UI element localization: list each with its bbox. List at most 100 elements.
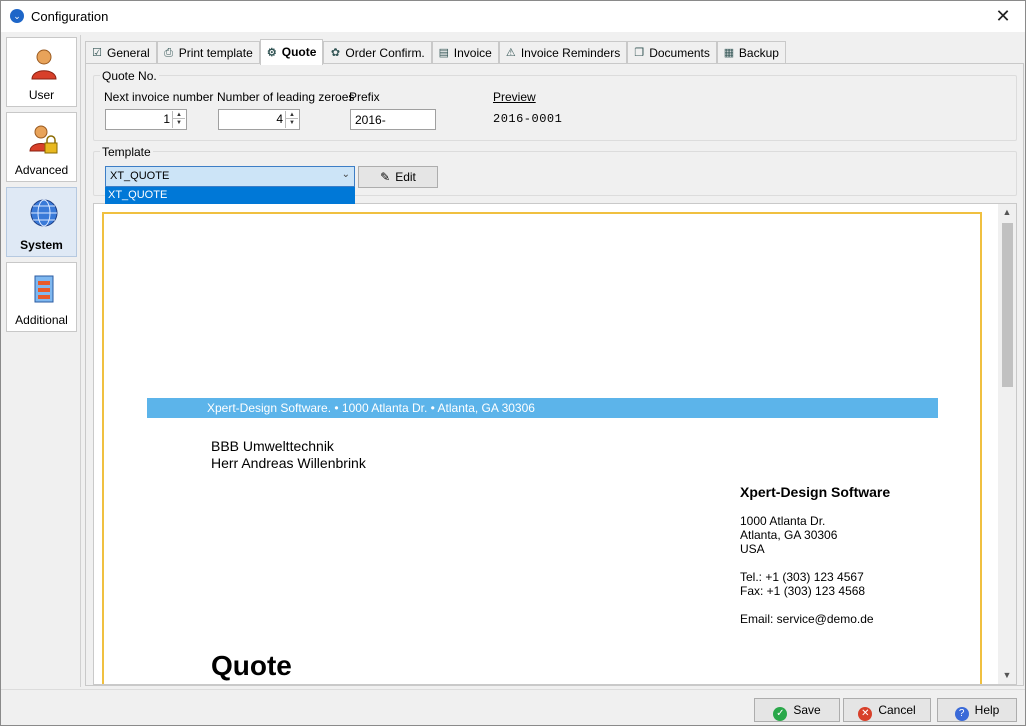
cancel-button[interactable]: ✕ Cancel: [843, 698, 931, 722]
quote-icon: ⚙: [266, 46, 277, 59]
edit-button-label: Edit: [395, 170, 416, 184]
tab-invoice[interactable]: ▤ Invoice: [431, 41, 499, 64]
prefix-input[interactable]: [350, 109, 436, 130]
order-confirm-icon: ✿: [330, 47, 341, 59]
tab-label: General: [107, 45, 150, 60]
pencil-icon: ✎: [380, 170, 391, 184]
next-number-label: Next invoice number: [104, 90, 214, 104]
spin-up-icon[interactable]: ▲: [286, 111, 298, 119]
preview-value: 2016-0001: [493, 112, 563, 126]
recipient-address: BBB Umwelttechnik Herr Andreas Willenbri…: [211, 438, 366, 472]
close-button[interactable]: ✕: [989, 4, 1017, 28]
next-number-stepper[interactable]: 1 ▲ ▼: [105, 109, 187, 130]
tab-print-template[interactable]: ⎙ Print template: [156, 41, 260, 64]
tab-label: Order Confirm.: [345, 45, 425, 60]
checkmark-icon: ✓: [773, 707, 788, 721]
template-option[interactable]: XT_QUOTE: [105, 187, 355, 204]
nav-additional[interactable]: Additional: [6, 262, 77, 332]
tab-invoice-reminders[interactable]: ⚠ Invoice Reminders: [498, 41, 628, 64]
sender-country: USA: [740, 542, 765, 556]
advanced-user-lock-icon: [29, 125, 58, 154]
spin-down-icon[interactable]: ▼: [286, 119, 298, 127]
configuration-window: ⌄ Configuration ✕ User Advanced System A…: [0, 0, 1026, 726]
dialog-button-bar: ✓ Save ✕ Cancel ? Help: [1, 689, 1025, 726]
sender-email: Email: service@demo.de: [740, 612, 874, 626]
nav-label-user: User: [28, 88, 55, 102]
template-select[interactable]: XT_QUOTE ⌄: [105, 166, 355, 187]
document-preview[interactable]: Xpert-Design Software. • 1000 Atlanta Dr…: [93, 203, 1017, 685]
nav-system[interactable]: System: [6, 187, 77, 257]
backup-icon: ▦: [723, 47, 735, 59]
save-button[interactable]: ✓ Save: [754, 698, 840, 722]
tab-label: Quote: [281, 45, 317, 59]
save-label: Save: [793, 703, 821, 717]
nav-advanced[interactable]: Advanced: [6, 112, 77, 182]
nav-label-advanced: Advanced: [14, 163, 69, 177]
group-title-quote-no: Quote No.: [100, 69, 159, 83]
spin-up-icon[interactable]: ▲: [173, 111, 185, 119]
sender-fax: Fax: +1 (303) 123 4568: [740, 584, 866, 598]
documents-icon: ❐: [634, 47, 645, 59]
tab-label: Invoice: [453, 45, 492, 60]
globe-icon: [30, 199, 58, 227]
scroll-down-icon[interactable]: ▼: [998, 667, 1016, 684]
tab-label: Backup: [738, 45, 779, 60]
category-nav: User Advanced System Additional: [4, 35, 79, 687]
scroll-up-icon[interactable]: ▲: [998, 204, 1016, 221]
leading-zeroes-stepper[interactable]: 4 ▲ ▼: [218, 109, 300, 130]
template-group: Template XT_QUOTE ⌄ XT_QUOTE ✎ Edit: [93, 145, 1017, 204]
edit-template-button[interactable]: ✎ Edit: [358, 166, 438, 188]
recipient-company: BBB Umwelttechnik: [211, 438, 334, 454]
tab-documents[interactable]: ❐ Documents: [627, 41, 717, 64]
stepper-arrows[interactable]: ▲ ▼: [172, 111, 185, 128]
stepper-arrows[interactable]: ▲ ▼: [285, 111, 298, 128]
prefix-label: Prefix: [349, 90, 380, 104]
tab-quote[interactable]: ⚙ Quote: [259, 39, 324, 65]
help-label: Help: [974, 703, 1000, 717]
user-icon: [31, 49, 57, 80]
settings-content: ☑ General ⎙ Print template ⚙ Quote ✿ Order C…: [80, 35, 1025, 687]
cancel-icon: ✕: [858, 707, 873, 721]
tab-order-confirm[interactable]: ✿ Order Confirm.: [323, 41, 432, 64]
sender-details: 1000 Atlanta Dr. Atlanta, GA 30306 USA T…: [740, 514, 874, 626]
tab-backup[interactable]: ▦ Backup: [716, 41, 786, 64]
tab-label: Invoice Reminders: [520, 45, 621, 60]
sender-city: Atlanta, GA 30306: [740, 528, 838, 542]
group-title-template: Template: [100, 145, 153, 159]
nav-label-additional: Additional: [15, 313, 68, 327]
tab-label: Print template: [178, 45, 253, 60]
checklist-icon: ☑: [92, 47, 102, 59]
preview-label: Preview: [493, 90, 536, 104]
title-bar: ⌄ Configuration ✕: [1, 1, 1025, 32]
tab-general[interactable]: ☑ General: [85, 41, 157, 64]
template-selected-value: XT_QUOTE: [110, 170, 170, 182]
sender-address-band: Xpert-Design Software. • 1000 Atlanta Dr…: [147, 398, 938, 418]
nav-label-system: System: [20, 238, 63, 252]
sender-tel: Tel.: +1 (303) 123 4567: [740, 570, 864, 584]
chevron-down-icon[interactable]: ⌄: [342, 169, 350, 180]
tab-strip: ☑ General ⎙ Print template ⚙ Quote ✿ Order C…: [85, 39, 786, 65]
preview-page: Xpert-Design Software. • 1000 Atlanta Dr…: [102, 212, 982, 684]
leading-zeroes-label: Number of leading zeroes: [217, 90, 355, 104]
database-icon: [34, 275, 54, 303]
leading-zeroes-value: 4: [276, 112, 283, 126]
app-icon: ⌄: [10, 9, 24, 23]
invoice-reminder-icon: ⚠: [505, 47, 516, 59]
spin-down-icon[interactable]: ▼: [173, 119, 185, 127]
window-title: Configuration: [31, 9, 109, 24]
sender-street: 1000 Atlanta Dr.: [740, 514, 826, 528]
sender-name: Xpert-Design Software: [740, 484, 891, 500]
printer-icon: ⎙: [164, 47, 174, 59]
preview-scrollbar[interactable]: ▲ ▼: [998, 204, 1016, 684]
quote-tab-panel: Quote No. Next invoice number 1 ▲ ▼ Numbe…: [85, 63, 1024, 686]
recipient-person: Herr Andreas Willenbrink: [211, 455, 366, 471]
scroll-thumb[interactable]: [1002, 223, 1013, 387]
help-button[interactable]: ? Help: [937, 698, 1017, 722]
invoice-icon: ▤: [438, 47, 449, 59]
tab-label: Documents: [649, 45, 710, 60]
nav-user[interactable]: User: [6, 37, 77, 107]
help-icon: ?: [954, 707, 969, 721]
next-number-value: 1: [163, 112, 170, 126]
quote-no-group: Quote No. Next invoice number 1 ▲ ▼ Numbe…: [93, 69, 1017, 141]
cancel-label: Cancel: [878, 703, 916, 717]
